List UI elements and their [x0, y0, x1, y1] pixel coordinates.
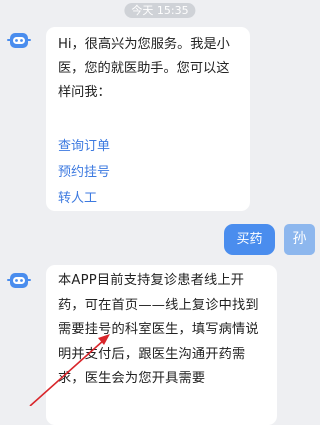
- robot-icon: [7, 273, 31, 288]
- user-avatar: 孙: [284, 224, 315, 255]
- quick-link-order[interactable]: 查询订单: [58, 134, 240, 160]
- bot-greeting-bubble: Hi，很高兴为您服务。我是小医，您的就医助手。您可以这样问我： 查询订单 预约挂…: [46, 27, 250, 211]
- timestamp-pill: 今天 15:35: [124, 3, 196, 18]
- bot-reply-bubble: 本APP目前支持复诊患者线上开药，可在首页——线上复诊中找到需要挂号的科室医生，…: [46, 265, 277, 425]
- user-message-bubble[interactable]: 买药: [224, 224, 275, 255]
- quick-links: 查询订单 预约挂号 转人工: [58, 134, 240, 212]
- quick-link-human-agent[interactable]: 转人工: [58, 186, 240, 212]
- robot-icon: [7, 33, 31, 48]
- quick-link-appointment[interactable]: 预约挂号: [58, 160, 240, 186]
- greeting-text: Hi，很高兴为您服务。我是小医，您的就医助手。您可以这样问我：: [58, 37, 230, 100]
- bot-reply-text: 本APP目前支持复诊患者线上开药，可在首页——线上复诊中找到需要挂号的科室医生，…: [58, 273, 259, 386]
